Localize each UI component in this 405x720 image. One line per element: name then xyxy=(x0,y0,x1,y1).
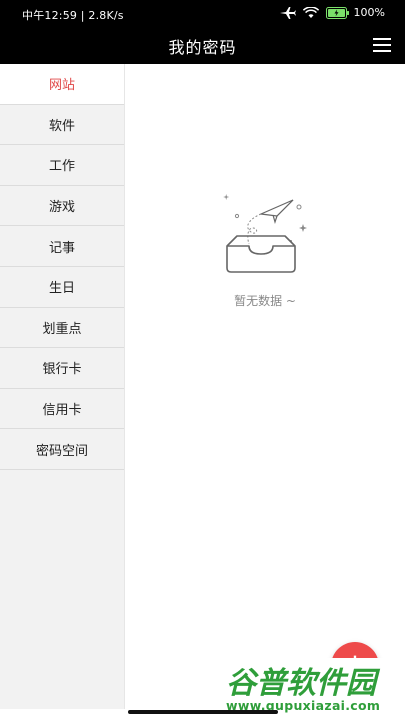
sidebar-item-credit-card[interactable]: 信用卡 xyxy=(0,389,124,430)
top-bar: 中午12:59 | 2.8K/s 100% 我的密码 xyxy=(0,0,405,64)
sidebar-item-work[interactable]: 工作 xyxy=(0,145,124,186)
watermark-logo: 谷普软件园 www.gupuxiazai.com xyxy=(220,658,405,718)
category-sidebar: 网站 软件 工作 游戏 记事 生日 划重点 银行卡 信用卡 密码空间 xyxy=(0,64,125,709)
menu-icon xyxy=(373,38,391,40)
empty-inbox-illustration xyxy=(211,194,311,288)
sidebar-item-notes[interactable]: 记事 xyxy=(0,226,124,267)
empty-state-message: 暂无数据 ~ xyxy=(234,294,296,308)
battery-icon xyxy=(325,6,350,19)
status-bar: 中午12:59 | 2.8K/s 100% xyxy=(0,0,405,28)
sidebar-item-website[interactable]: 网站 xyxy=(0,64,124,105)
sidebar-item-software[interactable]: 软件 xyxy=(0,105,124,146)
sidebar-item-games[interactable]: 游戏 xyxy=(0,186,124,227)
airplane-icon xyxy=(279,6,296,19)
sidebar-item-bank-card[interactable]: 银行卡 xyxy=(0,348,124,389)
battery-indicator: 100% xyxy=(325,6,385,19)
menu-button[interactable] xyxy=(373,37,391,53)
watermark-title: 谷普软件园 xyxy=(226,666,376,701)
home-indicator xyxy=(128,710,278,714)
sidebar-item-password-space[interactable]: 密码空间 xyxy=(0,429,124,470)
status-time-speed: 中午12:59 | 2.8K/s xyxy=(22,9,124,22)
wifi-icon xyxy=(302,6,319,19)
app-header: 我的密码 xyxy=(0,28,405,64)
sidebar-item-birthday[interactable]: 生日 xyxy=(0,267,124,308)
page-title: 我的密码 xyxy=(168,38,237,57)
sidebar-item-highlights[interactable]: 划重点 xyxy=(0,308,124,349)
empty-state: 暂无数据 ~ xyxy=(125,64,405,709)
battery-percent: 100% xyxy=(353,6,385,19)
status-icons: 100% xyxy=(279,6,385,19)
